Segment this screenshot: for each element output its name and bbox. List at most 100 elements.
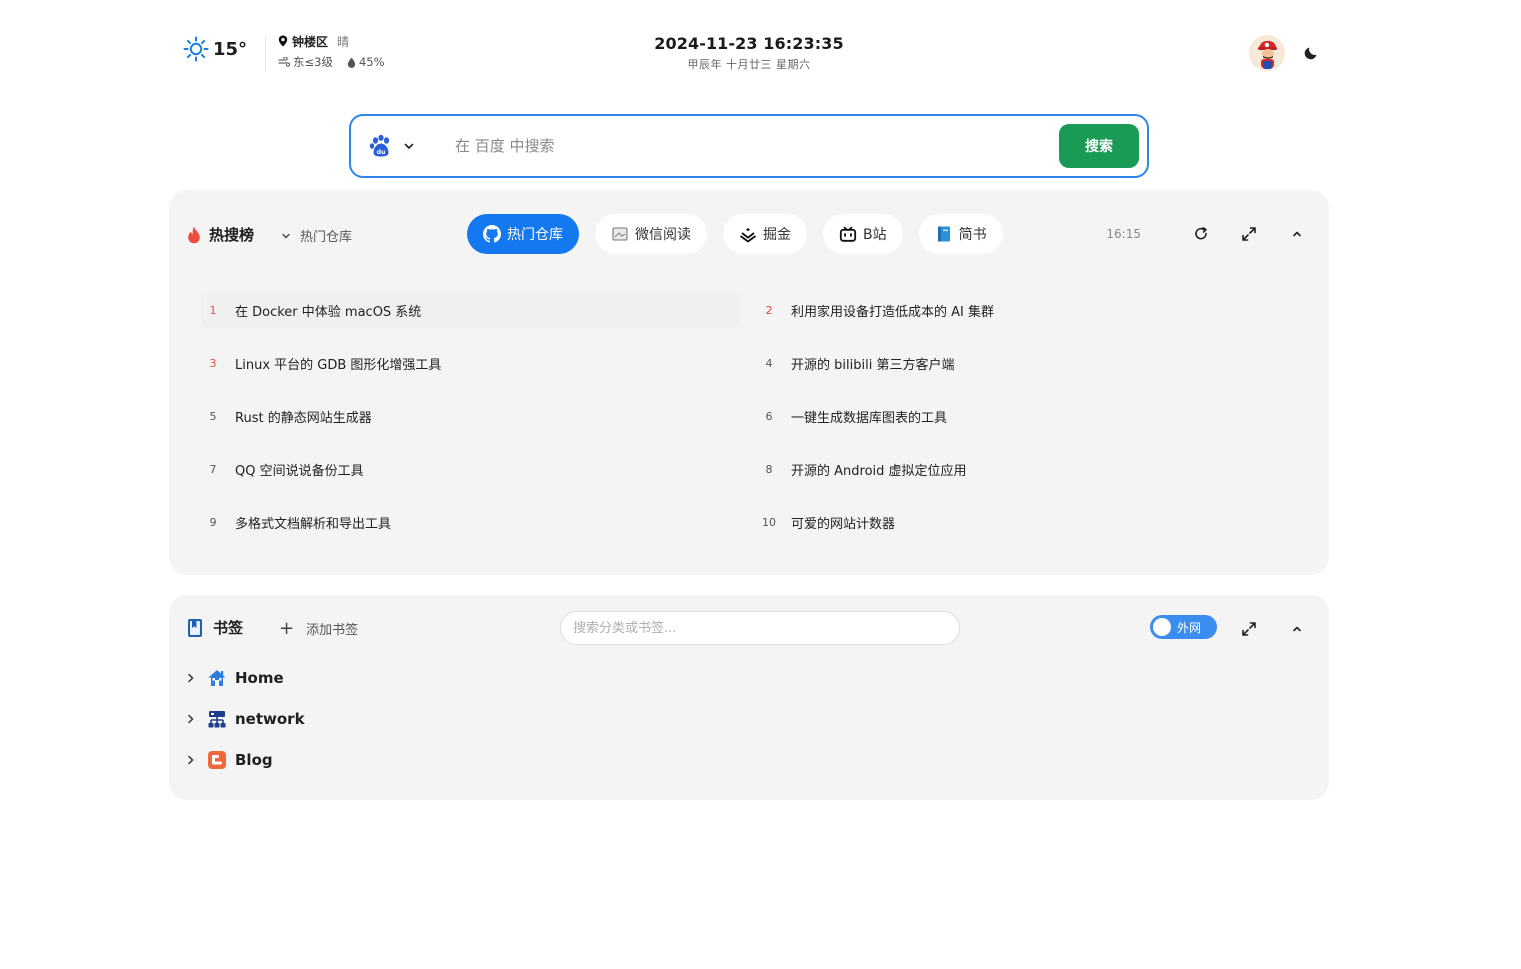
current-datetime: 2024-11-23 16:23:35 — [654, 34, 844, 53]
refresh-icon — [1195, 227, 1207, 240]
tab-jianshu[interactable]: 简书 — [918, 214, 1003, 254]
tab-label: 微信阅读 — [635, 227, 691, 243]
hot-item-title: 在 Docker 中体验 macOS 系统 — [235, 304, 422, 320]
hot-source-dropdown[interactable]: 热门仓库 — [281, 226, 352, 245]
hot-list-panel: 热搜榜 热门仓库 热门仓库 微信阅读 掘金 B站 简书 16:15 1 在 Do… — [169, 190, 1329, 575]
hot-item[interactable]: 2 利用家用设备打造低成本的 AI 集群 — [757, 292, 1297, 328]
chevron-up-icon — [1293, 626, 1301, 632]
search-bar: du 搜索 — [349, 114, 1149, 178]
hot-item[interactable]: 9 多格式文档解析和导出工具 — [201, 504, 741, 540]
expand-button[interactable] — [1239, 224, 1259, 244]
rank-number: 5 — [209, 409, 217, 423]
bookmark-search-input[interactable] — [560, 611, 960, 645]
hot-item[interactable]: 7 QQ 空间说说备份工具 — [201, 451, 741, 487]
network-toggle[interactable]: 外网 — [1150, 615, 1217, 639]
expand-icon — [1242, 227, 1256, 241]
tab-github[interactable]: 热门仓库 — [467, 214, 579, 254]
hot-item[interactable]: 4 开源的 bilibili 第三方客户端 — [757, 345, 1297, 381]
hot-item[interactable]: 10 可爱的网站计数器 — [757, 504, 1297, 540]
hot-panel-header: 热搜榜 热门仓库 热门仓库 微信阅读 掘金 B站 简书 16:15 — [169, 214, 1329, 254]
hot-item-title: QQ 空间说说备份工具 — [235, 463, 364, 479]
rank-number: 1 — [209, 303, 217, 317]
wind-value: 东≤3级 — [293, 55, 333, 69]
jianshu-icon — [937, 226, 950, 242]
updated-time: 16:15 — [1106, 227, 1141, 241]
hot-item[interactable]: 8 开源的 Android 虚拟定位应用 — [757, 451, 1297, 487]
blogger-icon — [208, 750, 226, 769]
tab-bilibili[interactable]: B站 — [823, 214, 903, 254]
rank-number: 3 — [209, 356, 217, 370]
toggle-label: 外网 — [1177, 621, 1202, 635]
tab-label: B站 — [863, 227, 887, 243]
search-input[interactable] — [455, 132, 1045, 160]
juejin-icon — [739, 228, 757, 243]
search-engine-selector[interactable]: du — [369, 134, 415, 158]
rank-number: 9 — [209, 515, 217, 529]
home-icon — [208, 669, 226, 686]
wechat-read-icon — [612, 227, 628, 241]
weather-condition: 晴 — [337, 34, 350, 49]
chevron-up-icon — [1293, 231, 1301, 237]
avatar[interactable] — [1249, 35, 1285, 71]
weather-widget: 15° — [183, 36, 247, 62]
weather-details: 钟楼区 晴 东≤3级 45% — [278, 32, 418, 70]
bookmark-book-icon — [188, 618, 202, 637]
lunar-date: 甲辰年 十月廿三 星期六 — [687, 58, 811, 71]
bookmarks-title: 书签 — [187, 617, 243, 638]
folder-name: network — [235, 709, 305, 728]
chevron-down-icon — [404, 143, 414, 149]
bookmarks-header: 书签 + 添加书签 外网 — [169, 611, 1329, 645]
hot-source-tabs: 热门仓库 微信阅读 掘金 B站 简书 — [467, 214, 1019, 254]
hot-item-title: 利用家用设备打造低成本的 AI 集群 — [791, 304, 994, 320]
refresh-button[interactable] — [1191, 224, 1211, 244]
rank-number: 2 — [765, 303, 773, 317]
svg-text:du: du — [377, 149, 386, 156]
rank-number: 4 — [765, 356, 773, 370]
location-pin-icon — [278, 35, 288, 47]
bookmarks-tools — [1239, 619, 1307, 639]
tab-label: 掘金 — [763, 227, 791, 243]
hot-item[interactable]: 6 一键生成数据库图表的工具 — [757, 398, 1297, 434]
search-button[interactable]: 搜索 — [1059, 124, 1139, 168]
hot-item-title: 可爱的网站计数器 — [791, 516, 896, 532]
add-bookmark-button[interactable]: + 添加书签 — [279, 619, 358, 638]
temperature: 15° — [213, 38, 248, 60]
dark-mode-moon-icon[interactable] — [1303, 43, 1321, 61]
location-name: 钟楼区 — [292, 34, 329, 49]
mario-avatar-icon — [1249, 35, 1285, 71]
fire-icon — [188, 226, 200, 243]
hot-item[interactable]: 1 在 Docker 中体验 macOS 系统 — [201, 292, 741, 328]
add-bookmark-label: 添加书签 — [306, 623, 359, 638]
folder-network[interactable]: network — [187, 698, 305, 739]
top-bar: 15° 钟楼区 晴 东≤3级 45% 2024-11-23 16:23:35 甲… — [183, 30, 1323, 80]
bookmarks-panel: 书签 + 添加书签 外网 — [169, 595, 1329, 800]
folder-home[interactable]: Home — [187, 657, 305, 698]
hot-item[interactable]: 5 Rust 的静态网站生成器 — [201, 398, 741, 434]
hot-item-title: 多格式文档解析和导出工具 — [235, 516, 392, 532]
bilibili-icon — [839, 226, 857, 242]
dropdown-label: 热门仓库 — [300, 230, 353, 245]
folder-name: Home — [235, 668, 284, 687]
hot-item[interactable]: 3 Linux 平台的 GDB 图形化增强工具 — [201, 345, 741, 381]
rank-number: 8 — [765, 462, 773, 476]
tab-wechat-read[interactable]: 微信阅读 — [595, 214, 707, 254]
folder-blog[interactable]: Blog — [187, 739, 305, 780]
hot-item-title: Linux 平台的 GDB 图形化增强工具 — [235, 357, 442, 373]
chevron-right-icon — [188, 755, 194, 764]
bookmark-folders: Home network Blog — [187, 657, 305, 780]
sun-icon — [183, 36, 209, 62]
hot-item-title: 开源的 bilibili 第三方客户端 — [791, 357, 955, 373]
tab-label: 热门仓库 — [507, 227, 563, 243]
rank-number: 7 — [209, 462, 217, 476]
expand-button[interactable] — [1239, 619, 1259, 639]
wind-icon — [278, 57, 290, 67]
chevron-right-icon — [188, 673, 194, 682]
collapse-button[interactable] — [1287, 619, 1307, 639]
hot-panel-title: 热搜榜 — [187, 224, 254, 245]
chevron-down-icon — [282, 233, 290, 238]
collapse-button[interactable] — [1287, 224, 1307, 244]
clock: 2024-11-23 16:23:35 甲辰年 十月廿三 星期六 — [623, 34, 875, 72]
baidu-paw-icon: du — [369, 134, 390, 157]
tab-juejin[interactable]: 掘金 — [723, 214, 807, 254]
plus-icon: + — [279, 617, 295, 639]
